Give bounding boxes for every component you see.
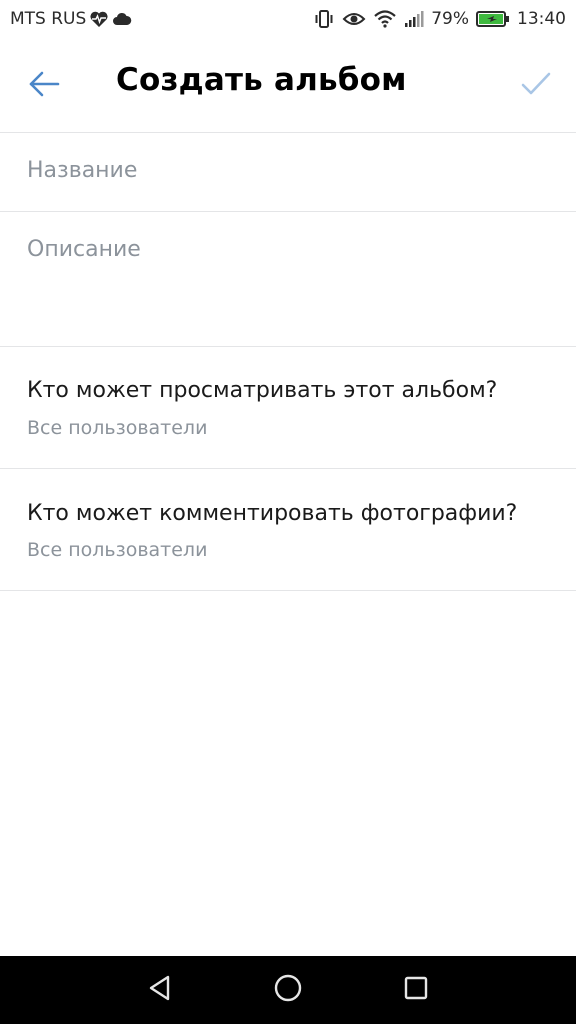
status-right: 79% 13:40 xyxy=(313,9,566,29)
system-nav-bar xyxy=(0,956,576,1024)
back-button[interactable] xyxy=(22,64,66,108)
comment-privacy-title: Кто может комментировать фотографии? xyxy=(27,501,518,526)
album-description-placeholder: Описание xyxy=(27,237,141,262)
check-icon xyxy=(520,71,552,101)
comment-privacy-setting[interactable]: Кто может комментировать фотографии? Все… xyxy=(0,469,576,590)
square-recents-icon xyxy=(402,974,430,1006)
clock: 13:40 xyxy=(517,9,566,29)
done-button[interactable] xyxy=(514,64,558,108)
nav-back-button[interactable] xyxy=(143,973,177,1007)
battery-percent: 79% xyxy=(431,9,469,29)
battery-charging-icon xyxy=(476,10,510,28)
arrow-left-icon xyxy=(27,70,61,102)
toolbar: Создать альбом xyxy=(0,38,576,132)
setting-divider-2 xyxy=(0,590,576,591)
album-name-field[interactable]: Название xyxy=(0,133,576,211)
status-left: MTS RUS xyxy=(10,9,132,29)
triangle-back-icon xyxy=(146,974,174,1006)
heart-rate-icon xyxy=(89,10,109,28)
vibrate-icon xyxy=(313,9,335,29)
wifi-icon xyxy=(373,9,397,29)
create-album-screen: MTS RUS 79% 13:40 Создать альбом Названи… xyxy=(0,0,576,1024)
nav-home-button[interactable] xyxy=(271,973,305,1007)
page-title: Создать альбом xyxy=(116,62,407,98)
view-privacy-setting[interactable]: Кто может просматривать этот альбом? Все… xyxy=(0,347,576,468)
cloud-icon xyxy=(112,12,132,26)
circle-home-icon xyxy=(273,973,303,1007)
carrier-label: MTS RUS xyxy=(10,9,87,29)
signal-icon xyxy=(404,10,424,28)
album-description-field[interactable]: Описание xyxy=(0,212,576,346)
status-bar: MTS RUS 79% 13:40 xyxy=(0,0,576,38)
view-privacy-value: Все пользователи xyxy=(27,417,208,439)
view-privacy-title: Кто может просматривать этот альбом? xyxy=(27,378,498,403)
album-name-placeholder: Название xyxy=(27,158,138,183)
nav-recents-button[interactable] xyxy=(399,973,433,1007)
eye-icon xyxy=(342,10,366,28)
comment-privacy-value: Все пользователи xyxy=(27,539,208,561)
